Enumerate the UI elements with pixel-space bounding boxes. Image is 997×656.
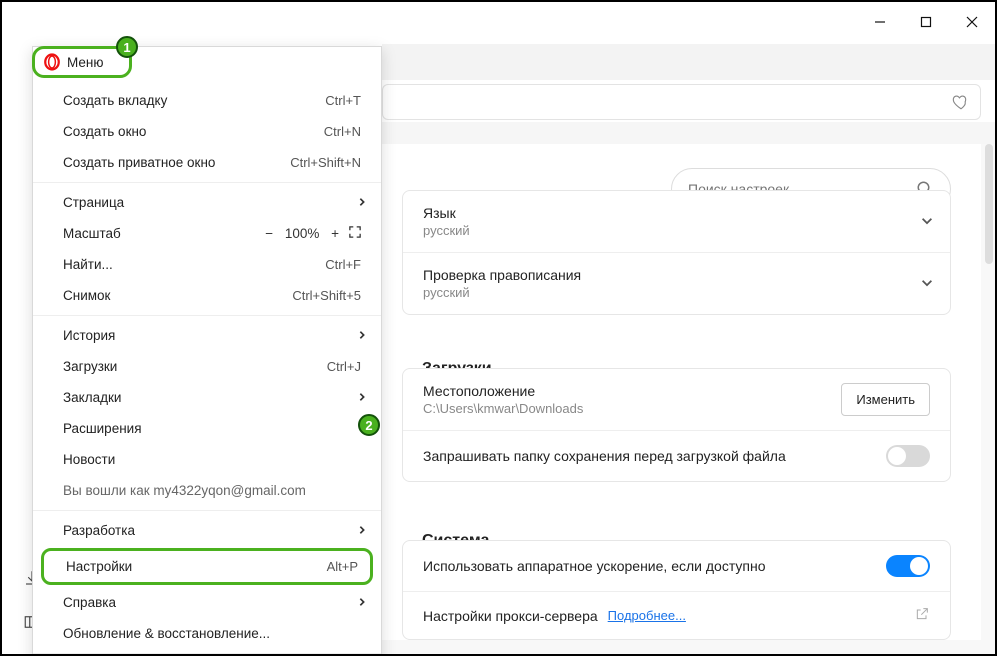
download-location-row: Местоположение C:\Users\kmwar\Downloads … [403, 369, 950, 430]
menu-update[interactable]: Обновление & восстановление... [33, 618, 381, 649]
window-controls [811, 2, 995, 42]
download-location-value: C:\Users\kmwar\Downloads [423, 401, 841, 416]
menu-item-label: Вы вошли как my4322yqon@gmail.com [63, 483, 306, 498]
chevron-right-icon [357, 523, 367, 538]
heart-icon[interactable] [952, 93, 970, 111]
menu-item-label: Создать окно [63, 124, 146, 139]
chevron-right-icon [357, 390, 367, 405]
scrollbar-thumb[interactable] [985, 144, 993, 264]
menu-item-label: Справка [63, 595, 116, 610]
proxy-row[interactable]: Настройки прокси-сервера Подробнее... [403, 591, 950, 639]
zoom-out-button[interactable]: − [265, 226, 273, 241]
callout-1: 1 [116, 36, 138, 58]
ask-folder-row: Запрашивать папку сохранения перед загру… [403, 430, 950, 481]
menu-item-label: Создать вкладку [63, 93, 167, 108]
window-maximize-icon[interactable] [903, 2, 949, 42]
menu-shortcut: Ctrl+J [327, 359, 361, 374]
zoom-in-button[interactable]: + [331, 226, 339, 241]
fullscreen-icon[interactable] [349, 226, 361, 241]
menu-shortcut: Ctrl+T [325, 93, 361, 108]
languages-card: Язык русский Проверка правописания русск… [402, 190, 951, 315]
menu-shortcut: Alt+P [327, 559, 358, 574]
menu-item-label: Найти... [63, 257, 113, 272]
menu-item-label: История [63, 328, 115, 343]
zoom-value: 100% [283, 226, 321, 241]
window-close-icon[interactable] [949, 2, 995, 42]
spellcheck-value: русский [423, 285, 930, 300]
menu-item-label: Новости [63, 452, 115, 467]
chevron-down-icon [920, 213, 934, 230]
menu-button-label: Меню [67, 55, 104, 70]
chevron-right-icon [357, 328, 367, 343]
chevron-down-icon [920, 275, 934, 292]
menu-news[interactable]: Новости [33, 444, 381, 475]
proxy-title: Настройки прокси-сервера [423, 608, 598, 624]
ask-folder-toggle[interactable] [886, 445, 930, 467]
menu-shortcut: Ctrl+F [325, 257, 361, 272]
window-minimize-icon[interactable] [857, 2, 903, 42]
language-title: Язык [423, 205, 930, 221]
menu-new-private[interactable]: Создать приватное окно Ctrl+Shift+N [33, 147, 381, 178]
menu-downloads[interactable]: Загрузки Ctrl+J [33, 351, 381, 382]
spellcheck-title: Проверка правописания [423, 267, 930, 283]
hw-accel-row: Использовать аппаратное ускорение, если … [403, 541, 950, 591]
menu-new-tab[interactable]: Создать вкладку Ctrl+T [33, 85, 381, 116]
menu-item-label: Масштаб [63, 226, 121, 241]
menu-item-label: Создать приватное окно [63, 155, 215, 170]
chevron-right-icon [357, 595, 367, 610]
spellcheck-row[interactable]: Проверка правописания русский [403, 252, 950, 314]
system-card: Использовать аппаратное ускорение, если … [402, 540, 951, 640]
hw-accel-title: Использовать аппаратное ускорение, если … [423, 558, 765, 574]
menu-shortcut: Ctrl+Shift+5 [292, 288, 361, 303]
chevron-right-icon [357, 195, 367, 210]
menu-bookmarks[interactable]: Закладки [33, 382, 381, 413]
language-value: русский [423, 223, 930, 238]
downloads-card: Местоположение C:\Users\kmwar\Downloads … [402, 368, 951, 482]
menu-item-label: Обновление & восстановление... [63, 626, 270, 641]
menu-snapshot[interactable]: Снимок Ctrl+Shift+5 [33, 280, 381, 311]
menu-item-label: Страница [63, 195, 124, 210]
proxy-more-link[interactable]: Подробнее... [608, 608, 686, 623]
menu-shortcut: Ctrl+Shift+N [290, 155, 361, 170]
callout-2: 2 [358, 414, 380, 436]
menu-signed-in: Вы вошли как my4322yqon@gmail.com [33, 475, 381, 506]
menu-help[interactable]: Справка [33, 587, 381, 618]
menu-new-window[interactable]: Создать окно Ctrl+N [33, 116, 381, 147]
menu-item-label: Закладки [63, 390, 121, 405]
sidebar-toggle-icon[interactable] [811, 2, 857, 42]
menu-item-label: Загрузки [63, 359, 117, 374]
menu-settings[interactable]: Настройки Alt+P [41, 548, 373, 585]
toolbar-strip [382, 122, 995, 144]
hw-accel-toggle[interactable] [886, 555, 930, 577]
menu-item-label: Разработка [63, 523, 135, 538]
settings-page: Язык русский Проверка правописания русск… [382, 144, 981, 640]
change-location-button[interactable]: Изменить [841, 383, 930, 416]
menu-dev[interactable]: Разработка [33, 510, 381, 546]
external-link-icon [914, 606, 930, 625]
menu-zoom: Масштаб − 100% + [33, 218, 381, 249]
menu-item-label: Расширения [63, 421, 142, 436]
menu-history[interactable]: История [33, 315, 381, 351]
menu-item-label: Настройки [66, 559, 132, 574]
address-bar[interactable] [382, 84, 981, 120]
ask-folder-title: Запрашивать папку сохранения перед загру… [423, 448, 886, 464]
main-menu-popup: Создать вкладку Ctrl+T Создать окно Ctrl+N… [32, 46, 382, 656]
menu-item-label: Снимок [63, 288, 110, 303]
menu-extensions[interactable]: Расширения [33, 413, 381, 444]
menu-find[interactable]: Найти... Ctrl+F [33, 249, 381, 280]
language-row[interactable]: Язык русский [403, 191, 950, 252]
opera-logo-icon [43, 53, 61, 71]
app-frame: Язык русский Проверка правописания русск… [0, 0, 997, 656]
menu-shortcut: Ctrl+N [324, 124, 361, 139]
download-location-title: Местоположение [423, 383, 841, 399]
tab-strip [382, 44, 995, 80]
menu-page[interactable]: Страница [33, 182, 381, 218]
